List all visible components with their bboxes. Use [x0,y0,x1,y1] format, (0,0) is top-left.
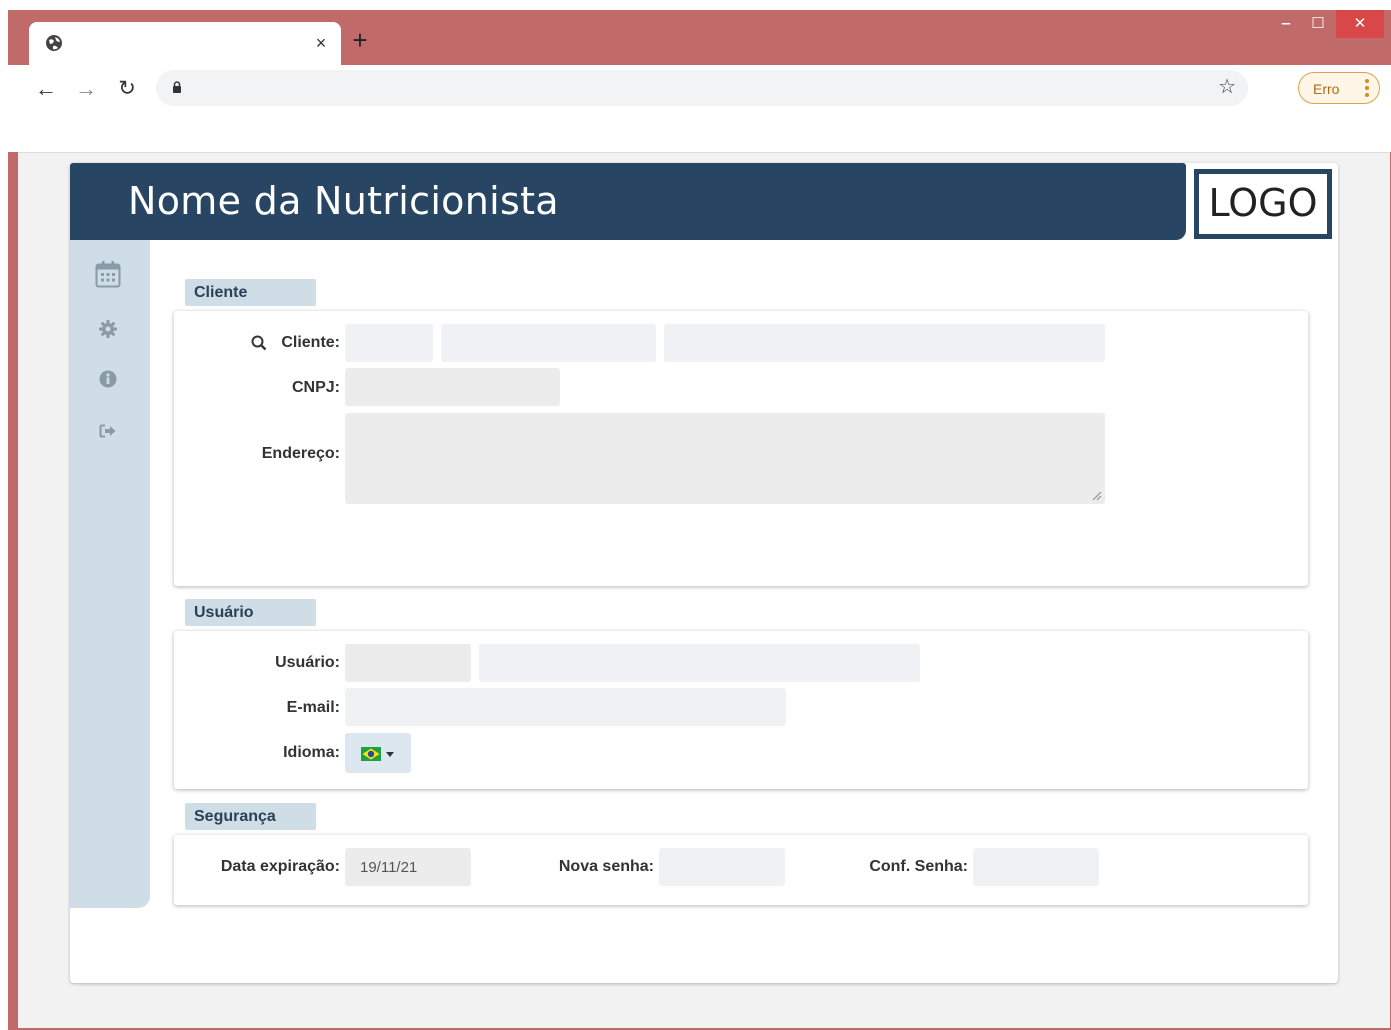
conf-senha-label: Conf. Senha: [869,858,968,875]
sidebar [70,240,150,908]
usuario-name-field[interactable] [479,644,920,682]
header-banner: Nome da Nutricionista [70,163,1186,240]
cliente-document-field[interactable] [441,324,656,362]
endereco-textarea[interactable] [345,413,1105,504]
data-expiracao-field[interactable]: 19/11/21 [345,848,471,886]
kebab-menu-icon [1365,79,1369,97]
usuario-login-field[interactable] [345,644,471,682]
logo: LOGO [1194,169,1332,239]
browser-window: × + ‒ ☐ ✕ ← → ↻ ☆ Erro Nome da Nutricion… [8,10,1391,1030]
address-bar[interactable]: ☆ [156,70,1248,106]
calendar-icon [95,261,121,288]
cliente-panel: Cliente: CNPJ: Endereço: [174,311,1308,586]
sidebar-item-logout[interactable] [94,417,122,445]
cliente-label: Cliente: [281,334,340,351]
maximize-button[interactable]: ☐ [1300,10,1336,38]
usuario-panel: Usuário: E-mail: Idioma: [174,631,1308,789]
search-icon[interactable] [251,335,267,351]
close-window-button[interactable]: ✕ [1336,10,1384,38]
lock-icon [173,81,181,93]
bookmark-star-icon[interactable]: ☆ [1218,75,1236,99]
section-title-seguranca: Segurança [185,803,316,830]
tab-close-icon[interactable]: × [311,33,331,53]
profile-error-button[interactable]: Erro [1298,72,1380,104]
chevron-down-icon [386,752,394,757]
forward-arrow-icon[interactable]: → [74,77,98,101]
section-title-cliente: Cliente [185,279,316,306]
section-title-usuario: Usuário [185,599,316,626]
minimize-button[interactable]: ‒ [1268,10,1304,38]
sign-out-icon [99,424,116,438]
language-select[interactable] [345,733,411,773]
sidebar-item-calendar[interactable] [94,260,122,288]
nova-senha-field[interactable] [659,848,785,886]
page-viewport: Nome da Nutricionista LOGO Cliente Clien… [18,152,1390,1028]
sidebar-item-settings[interactable] [94,315,122,343]
cnpj-label: CNPJ: [291,379,340,396]
cliente-name-field[interactable] [664,324,1105,362]
info-icon [99,370,117,388]
browser-titlebar: × + ‒ ☐ ✕ [8,10,1391,66]
brazil-flag-icon [361,747,381,761]
data-expiracao-label: Data expiração: [220,858,340,875]
gear-icon [99,320,117,338]
usuario-label: Usuário: [275,654,340,671]
resize-grip-icon[interactable] [1092,491,1102,501]
conf-senha-field[interactable] [973,848,1099,886]
error-label: Erro [1313,81,1340,97]
reload-icon[interactable]: ↻ [115,77,139,101]
logo-text: LOGO [1208,181,1318,225]
app-card: Nome da Nutricionista LOGO Cliente Clien… [70,163,1338,983]
endereco-label: Endereço: [261,445,340,462]
idioma-label: Idioma: [283,744,340,761]
seguranca-panel: Data expiração: 19/11/21 Nova senha: Con… [174,835,1308,905]
email-label: E-mail: [286,699,340,716]
new-tab-button[interactable]: + [348,27,372,53]
nova-senha-label: Nova senha: [558,858,654,875]
email-field[interactable] [345,688,786,726]
globe-icon [46,35,62,51]
sidebar-item-info[interactable] [94,365,122,393]
cnpj-field[interactable] [345,368,560,406]
page-title: Nome da Nutricionista [128,179,559,223]
cliente-code-field[interactable] [345,324,433,362]
browser-toolbar: ← → ↻ ☆ Erro [8,65,1391,152]
back-arrow-icon[interactable]: ← [34,77,58,101]
browser-tab[interactable]: × [29,22,341,66]
